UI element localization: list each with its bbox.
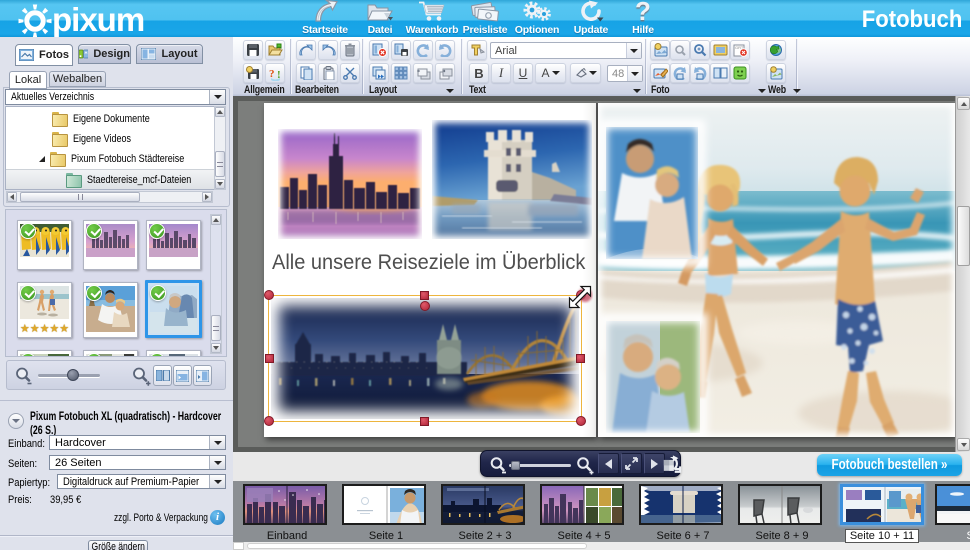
svg-text:?: ? <box>269 68 275 80</box>
